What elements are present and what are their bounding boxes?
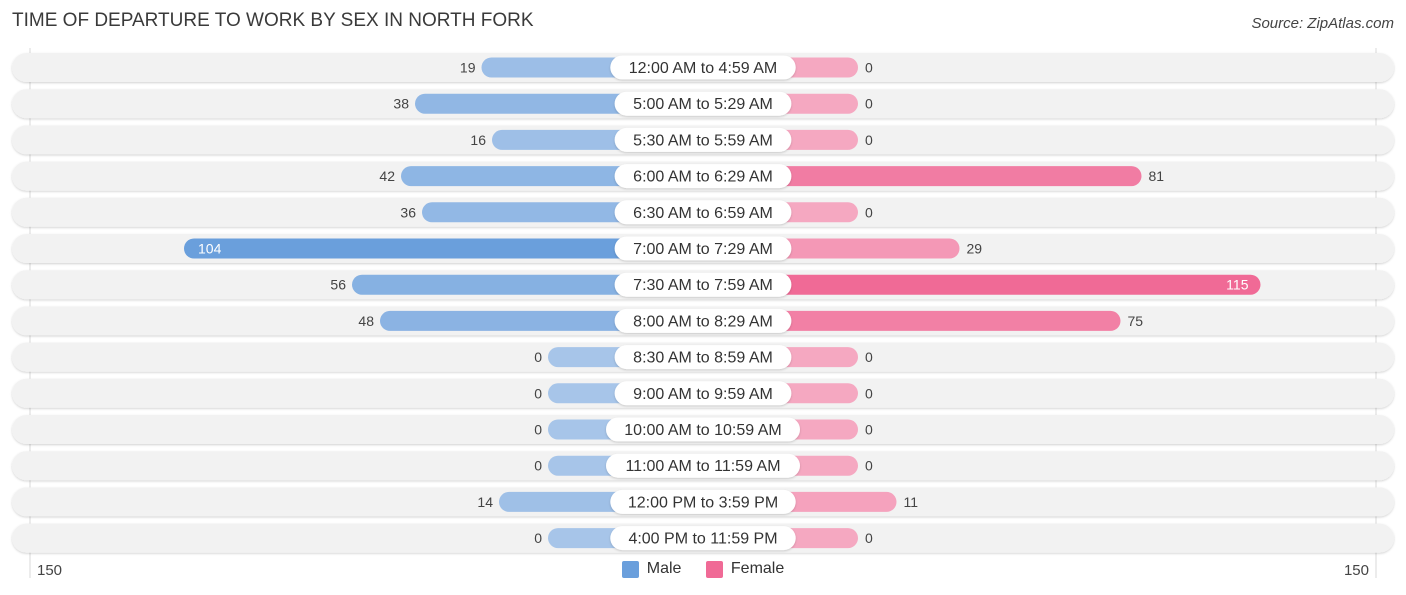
male-value-label: 36 (400, 204, 416, 220)
legend-label-male: Male (646, 560, 682, 577)
female-value-label: 0 (865, 385, 873, 401)
female-value-label: 0 (865, 349, 873, 365)
male-value-label: 16 (470, 132, 486, 148)
category-label: 9:00 AM to 9:59 AM (633, 386, 773, 403)
male-value-label: 14 (477, 494, 493, 510)
male-value-label: 19 (460, 60, 476, 76)
female-value-label: 29 (967, 241, 983, 257)
category-label: 12:00 PM to 3:59 PM (628, 494, 778, 511)
legend-item-male[interactable]: Male (621, 560, 682, 578)
category-label: 5:30 AM to 5:59 AM (633, 132, 773, 149)
category-label: 12:00 AM to 4:59 AM (629, 60, 778, 77)
male-value-label: 38 (393, 96, 409, 112)
category-label: 8:30 AM to 8:59 AM (633, 350, 773, 367)
category-label: 6:00 AM to 6:29 AM (633, 169, 773, 186)
male-value-label: 48 (358, 313, 374, 329)
female-value-label: 0 (865, 204, 873, 220)
female-value-label: 0 (865, 530, 873, 546)
male-value-label: 0 (534, 530, 542, 546)
male-value-label: 42 (379, 168, 395, 184)
category-label: 6:30 AM to 6:59 AM (633, 205, 773, 222)
category-label: 8:00 AM to 8:29 AM (633, 313, 773, 330)
male-value-label: 0 (534, 422, 542, 438)
chart-plot: 19 0 12:00 AM to 4:59 AM 38 0 5:00 AM to 5:29… (12, 48, 1394, 578)
female-value-label: 11 (904, 494, 919, 510)
female-value-label: 0 (865, 132, 873, 148)
female-value-label: 0 (865, 422, 873, 438)
category-label: 7:30 AM to 7:59 AM (633, 277, 773, 294)
female-value-label: 0 (865, 458, 873, 474)
female-value-label: 75 (1128, 313, 1144, 329)
male-value-label: 56 (330, 277, 346, 293)
legend: Male Female (0, 560, 1406, 583)
category-label: 7:00 AM to 7:29 AM (633, 241, 773, 258)
female-value-label: 81 (1149, 168, 1165, 184)
category-label: 4:00 PM to 11:59 PM (628, 531, 777, 548)
legend-item-female[interactable]: Female (705, 560, 785, 578)
female-value-label: 0 (865, 96, 873, 112)
male-value-label: 0 (534, 385, 542, 401)
male-value-label: 0 (534, 458, 542, 474)
category-label: 10:00 AM to 10:59 AM (624, 422, 781, 439)
legend-label-female: Female (730, 560, 785, 577)
female-value-label: 0 (865, 60, 873, 76)
legend-swatch-female (705, 560, 723, 578)
female-value-label: 115 (1226, 277, 1249, 293)
category-label: 11:00 AM to 11:59 AM (625, 458, 780, 475)
legend-swatch-male (621, 560, 639, 578)
male-value-label: 104 (198, 241, 222, 257)
male-value-label: 0 (534, 349, 542, 365)
category-label: 5:00 AM to 5:29 AM (633, 96, 773, 113)
